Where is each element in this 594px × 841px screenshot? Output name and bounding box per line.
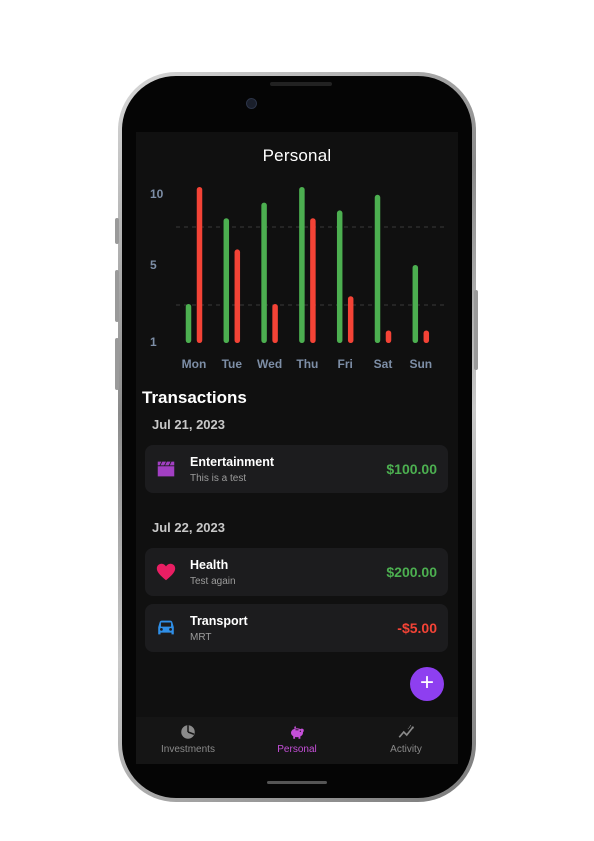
transaction-note: MRT <box>190 632 212 643</box>
x-tick-label: Fri <box>338 357 353 371</box>
chart-bar <box>299 187 305 343</box>
front-camera <box>246 98 257 109</box>
transaction-category: Entertainment <box>190 455 275 469</box>
silent-switch <box>115 218 119 244</box>
volume-up-button <box>115 270 119 322</box>
x-tick-label: Tue <box>222 357 243 371</box>
tab-label: Investments <box>161 744 215 755</box>
date-header: Jul 22, 2023 <box>152 520 225 535</box>
earpiece-speaker <box>270 82 332 86</box>
x-tick-label: Sat <box>374 357 393 371</box>
x-tick-label: Wed <box>257 357 282 371</box>
tab-label: Activity <box>390 744 422 755</box>
chart-bar <box>347 296 354 343</box>
power-button <box>474 290 478 370</box>
transaction-amount: $200.00 <box>386 564 437 580</box>
transaction-card-health[interactable]: Health Test again $200.00 <box>145 548 448 596</box>
tab-label: Personal <box>277 744 317 755</box>
chart-bar <box>385 330 392 343</box>
transaction-category: Transport <box>190 614 248 628</box>
home-indicator <box>267 781 327 784</box>
chart-bar <box>223 218 230 343</box>
piggy-bank-icon <box>291 725 304 739</box>
weekly-bar-chart: 10 5 1 Mon Tue Wed Thu Fri Sat Sun <box>150 187 448 371</box>
chart-bar <box>272 304 278 343</box>
chart-bar <box>261 202 267 343</box>
chart-bar <box>336 210 343 343</box>
chart-bar <box>310 218 316 343</box>
transaction-amount: -$5.00 <box>397 620 437 636</box>
date-header: Jul 21, 2023 <box>152 417 225 432</box>
pie-chart-icon <box>181 725 195 739</box>
tab-personal[interactable]: Personal <box>247 723 347 755</box>
chart-bar <box>196 187 203 343</box>
bottom-tab-bar: Investments Personal Activity <box>136 717 458 764</box>
page-title: Personal <box>262 146 332 165</box>
clapperboard-icon <box>157 461 175 477</box>
transaction-note: This is a test <box>190 473 247 484</box>
activity-icon <box>398 725 414 738</box>
x-tick-label: Sun <box>409 357 432 371</box>
chart-bar <box>412 265 419 343</box>
transaction-card-entertainment[interactable]: Entertainment This is a test $100.00 <box>145 445 448 493</box>
transactions-heading: Transactions <box>142 388 247 407</box>
y-tick-label: 1 <box>150 335 157 349</box>
app-screen: Personal 10 5 1 Mon Tue Wed Thu Fri Sat Sun Trans… <box>136 132 458 764</box>
car-icon <box>158 620 174 635</box>
transaction-category: Health <box>190 558 229 572</box>
chart-bar <box>374 194 381 343</box>
chart-bar <box>423 330 430 343</box>
y-tick-label: 5 <box>150 258 157 272</box>
transaction-note: Test again <box>190 576 236 587</box>
tab-investments[interactable]: Investments <box>138 723 238 755</box>
volume-down-button <box>115 338 119 390</box>
tab-activity[interactable]: Activity <box>356 723 456 755</box>
heart-icon <box>156 563 176 581</box>
transaction-card-transport[interactable]: Transport MRT -$5.00 <box>145 604 448 652</box>
chart-bar <box>185 304 192 343</box>
x-tick-label: Thu <box>296 357 318 371</box>
chart-bar <box>234 249 241 343</box>
y-tick-label: 10 <box>150 187 164 201</box>
x-tick-label: Mon <box>182 357 207 371</box>
add-transaction-button[interactable]: + <box>410 667 444 701</box>
transaction-amount: $100.00 <box>386 461 437 477</box>
